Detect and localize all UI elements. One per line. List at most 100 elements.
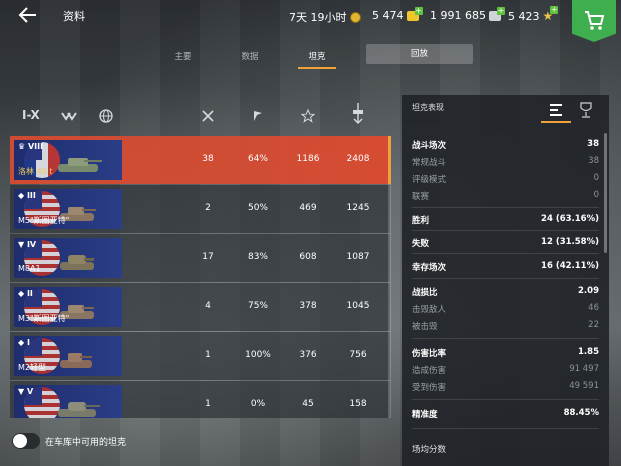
premium-time-text: 7天 19小时	[289, 11, 347, 24]
divider	[412, 338, 599, 339]
battles-value: 2	[205, 203, 211, 213]
stat-avg-score: 场均分数	[412, 445, 447, 455]
tab-performance[interactable]	[541, 99, 571, 123]
damage-value: 1245	[346, 203, 370, 213]
toggle-knob	[13, 434, 27, 448]
stat-damage-ratio: 伤害比率 1.85	[412, 347, 599, 359]
stat-damage-received: 受到伤害 49 591	[412, 381, 599, 393]
tank-row[interactable]: ◆ II M3"斯图亚特" 4 75% 378 1045	[10, 283, 390, 331]
divider	[412, 428, 599, 429]
tank-name: 洛林 40 t	[18, 167, 53, 176]
tank-name: M2轻型	[18, 363, 46, 372]
damage-value: 1045	[346, 301, 370, 311]
battles-value: 1	[205, 350, 211, 360]
cart-icon	[585, 11, 605, 30]
stat-destroyed: 击毁敌人 46	[412, 303, 599, 315]
tank-type-filter-icon[interactable]	[60, 109, 78, 123]
tank-tier: ◆ II	[18, 289, 33, 298]
panel-scrollbar[interactable]	[604, 133, 607, 253]
stat-losses: 失败 12 (31.58%)	[412, 237, 599, 249]
stat-regular: 常规战斗 38	[412, 156, 599, 168]
globe-icon[interactable]	[99, 109, 113, 123]
stat-damage-dealt: 造成伤害 91 497	[412, 364, 599, 376]
battles-value: 4	[205, 301, 211, 311]
trophy-icon	[580, 102, 592, 118]
stat-wins: 胜利 24 (63.16%)	[412, 214, 599, 226]
tank-row[interactable]: ▼ IV M8A1 17 83% 608 1087	[10, 234, 390, 282]
xp-value: 45	[302, 399, 314, 409]
top-bar: 资料 7天 19小时 5 474 + 1 991 685 + 5 423 ★ +	[0, 0, 621, 42]
available-tanks-toggle[interactable]	[12, 433, 40, 449]
tank-name: M8A1	[18, 264, 41, 273]
tank-row[interactable]: ♛ VIII 洛林 40 t 38 64% 1186 2408	[10, 136, 390, 184]
tank-image	[58, 158, 102, 172]
scrollbar-thumb[interactable]	[388, 136, 391, 184]
panel-title: 坦克表现	[412, 103, 444, 112]
tank-card: ♛ VIII 洛林 40 t	[14, 140, 122, 180]
winrate-value: 64%	[247, 154, 268, 164]
tank-list[interactable]: ♛ VIII 洛林 40 t 38 64% 1186 2408 ◆ III M5…	[10, 136, 394, 418]
tank-row[interactable]: ▼ V 1 0% 45 158	[10, 381, 390, 418]
winrate-value: 83%	[247, 252, 268, 262]
tank-card: ◆ III M5"斯图亚特"	[14, 189, 122, 229]
page-title: 资料	[63, 10, 85, 23]
gold-balance[interactable]: 5 474 +	[372, 6, 423, 22]
tank-card: ◆ II M3"斯图亚特"	[14, 287, 122, 327]
xp-value: 376	[299, 350, 317, 360]
tank-tier: ◆ III	[18, 191, 36, 200]
tank-name: M5"斯图亚特"	[18, 216, 70, 225]
winrate-value: 0%	[250, 399, 266, 409]
tank-tier: ▼ IV	[18, 240, 37, 249]
tank-card: ▼ IV M8A1	[14, 238, 122, 278]
credits-icon: +	[488, 6, 505, 21]
stat-rating: 评级模式 0	[412, 173, 599, 185]
xp-value: 378	[299, 301, 317, 311]
xp-value: 608	[299, 252, 317, 262]
divider	[412, 207, 599, 208]
gold-icon: +	[406, 6, 423, 21]
tank-row[interactable]: ◆ III M5"斯图亚特" 2 50% 469 1245	[10, 185, 390, 233]
tank-tier: ▼ V	[18, 387, 34, 396]
winrate-icon[interactable]	[251, 109, 265, 123]
mastery-star-icon[interactable]	[301, 109, 315, 123]
divider	[412, 278, 599, 279]
tab-tanks[interactable]: 坦克	[298, 47, 336, 69]
bars-list-icon	[550, 104, 562, 116]
credits-amount: 1 991 685	[430, 9, 486, 22]
tank-card: ▼ V	[14, 385, 122, 418]
tab-main[interactable]: 主要	[163, 47, 203, 71]
tab-stats[interactable]: 数据	[230, 47, 270, 71]
stat-battles: 战斗场次 38	[412, 139, 599, 151]
tank-list-scrollbar[interactable]	[388, 136, 391, 418]
sort-descending-icon[interactable]	[351, 102, 365, 124]
tier-filter[interactable]: I-X	[22, 108, 40, 122]
battles-value: 38	[202, 154, 214, 164]
damage-value: 756	[349, 350, 367, 360]
available-tanks-label: 在车库中可用的坦克	[45, 438, 127, 448]
free-xp-balance[interactable]: 5 423 ★ +	[508, 6, 559, 23]
tank-row[interactable]: ◆ I M2轻型 1 100% 376 756	[10, 332, 390, 380]
divider	[412, 253, 599, 254]
stat-kd-ratio: 战损比 2.09	[412, 286, 599, 298]
stat-been-destroyed: 被击毁 22	[412, 320, 599, 332]
stat-survived: 幸存场次 16 (42.11%)	[412, 261, 599, 273]
tab-awards[interactable]	[572, 99, 600, 121]
damage-value: 2408	[346, 154, 370, 164]
tank-image	[60, 255, 94, 270]
damage-value: 158	[349, 399, 367, 409]
winrate-value: 75%	[247, 301, 268, 311]
shop-button[interactable]	[572, 0, 616, 42]
tab-replays[interactable]: 回放	[366, 44, 473, 64]
credits-balance[interactable]: 1 991 685 +	[430, 6, 505, 22]
back-arrow-icon[interactable]	[18, 6, 38, 24]
stat-league: 联赛 0	[412, 190, 599, 202]
stat-accuracy: 精准度 88.45%	[412, 408, 599, 420]
premium-icon	[349, 11, 361, 23]
divider	[412, 399, 599, 400]
tank-image	[60, 353, 92, 368]
premium-timer[interactable]: 7天 19小时	[289, 9, 361, 25]
battles-icon[interactable]	[201, 109, 215, 123]
xp-value: 1186	[296, 154, 320, 164]
tank-image	[58, 402, 100, 417]
free-xp-amount: 5 423	[508, 9, 540, 23]
